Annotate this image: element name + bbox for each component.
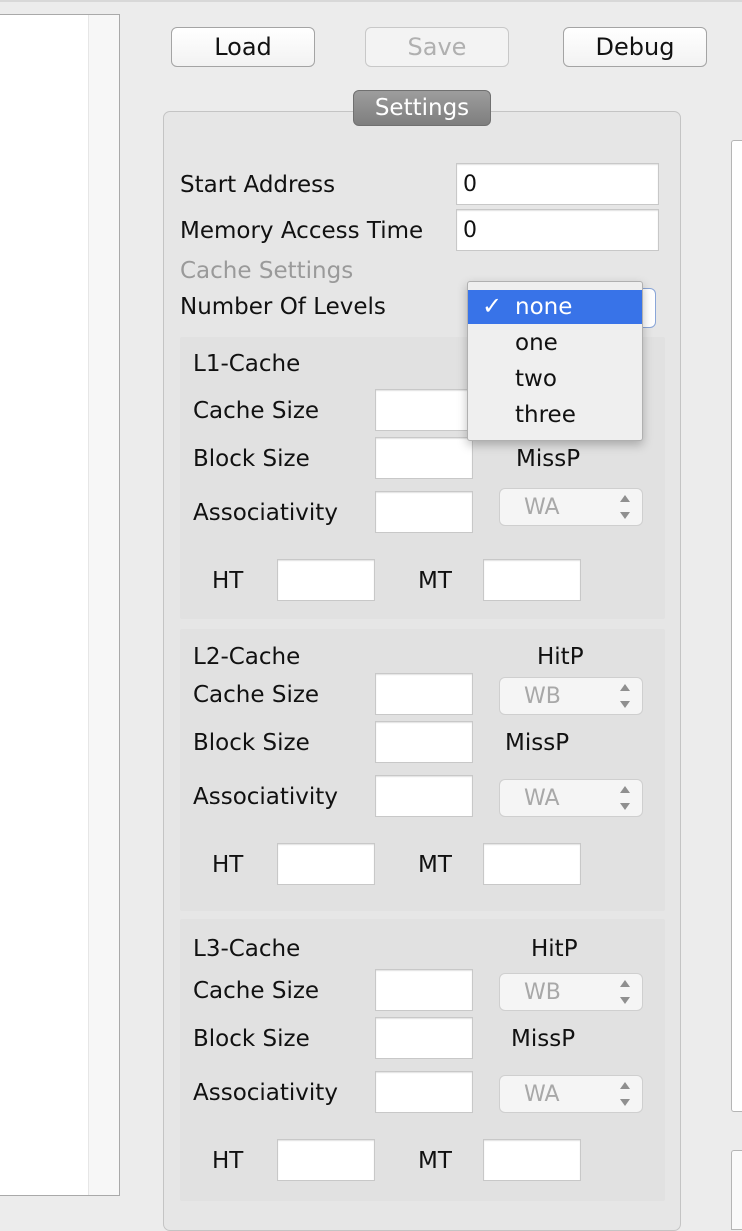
updown-arrows-icon — [620, 1082, 630, 1106]
l2-mt-label: MT — [418, 852, 452, 878]
l1-ht-field[interactable] — [277, 559, 375, 601]
start-address-label: Start Address — [180, 172, 336, 198]
l3-mt-label: MT — [418, 1148, 452, 1174]
cache-settings-label: Cache Settings — [180, 258, 354, 284]
levels-option-two[interactable]: two — [468, 362, 642, 396]
l1-mt-label: MT — [418, 568, 452, 594]
l2-hit-policy-select[interactable]: WB — [499, 677, 643, 715]
l3-cache-size-field[interactable] — [375, 969, 473, 1011]
levels-option-one[interactable]: one — [468, 326, 642, 360]
l1-ht-label: HT — [212, 568, 244, 594]
l2-cache-title: L2-Cache — [193, 644, 301, 670]
save-button[interactable]: Save — [365, 27, 509, 67]
l1-miss-policy-value: WA — [524, 494, 560, 520]
l3-hit-policy-select[interactable]: WB — [499, 973, 643, 1011]
editor-scroll-strip[interactable] — [88, 15, 119, 1195]
l1-associativity-field[interactable] — [375, 491, 473, 533]
l1-cache-title: L1-Cache — [193, 351, 301, 377]
l3-miss-policy-select[interactable]: WA — [499, 1075, 643, 1113]
memory-access-time-field[interactable]: 0 — [456, 209, 659, 251]
updown-arrows-icon — [620, 786, 630, 810]
l2-ht-label: HT — [212, 852, 244, 878]
l1-cache-size-field[interactable] — [375, 389, 473, 431]
l3-cache-title: L3-Cache — [193, 936, 301, 962]
l1-block-size-label: Block Size — [193, 446, 310, 472]
l1-mt-field[interactable] — [483, 559, 581, 601]
settings-tab[interactable]: Settings — [353, 90, 491, 126]
l2-block-size-label: Block Size — [193, 730, 310, 756]
checkmark-icon: ✓ — [482, 292, 503, 320]
l1-associativity-label: Associativity — [193, 500, 338, 526]
levels-option-label: two — [515, 366, 557, 392]
updown-arrows-icon — [620, 684, 630, 708]
l2-associativity-field[interactable] — [375, 775, 473, 817]
l3-cache-size-label: Cache Size — [193, 978, 320, 1004]
l3-associativity-label: Associativity — [193, 1080, 338, 1106]
l3-missp-label: MissP — [511, 1026, 576, 1052]
l3-block-size-label: Block Size — [193, 1026, 310, 1052]
l2-ht-field[interactable] — [277, 843, 375, 885]
l3-hit-policy-value: WB — [524, 979, 561, 1005]
l2-miss-policy-value: WA — [524, 785, 560, 811]
l2-mt-field[interactable] — [483, 843, 581, 885]
l2-cache-size-field[interactable] — [375, 673, 473, 715]
output-panel[interactable] — [731, 140, 742, 1112]
levels-option-three[interactable]: three — [468, 398, 642, 432]
l1-block-size-field[interactable] — [375, 437, 473, 479]
updown-arrows-icon — [620, 495, 630, 519]
l1-missp-label: MissP — [516, 446, 581, 472]
l2-hit-policy-value: WB — [524, 683, 561, 709]
secondary-panel[interactable] — [731, 1150, 742, 1230]
l3-block-size-field[interactable] — [375, 1017, 473, 1059]
levels-option-label: one — [515, 330, 558, 356]
l2-hitp-label: HitP — [537, 644, 584, 670]
updown-arrows-icon — [620, 980, 630, 1004]
levels-option-label: three — [515, 402, 576, 428]
l1-miss-policy-select[interactable]: WA — [499, 488, 643, 526]
memory-access-time-label: Memory Access Time — [180, 218, 424, 244]
l3-hitp-label: HitP — [531, 936, 578, 962]
levels-option-label: none — [515, 294, 573, 320]
levels-option-none[interactable]: ✓ none — [468, 290, 642, 324]
l3-miss-policy-value: WA — [524, 1081, 560, 1107]
l3-ht-label: HT — [212, 1148, 244, 1174]
l3-ht-field[interactable] — [277, 1139, 375, 1181]
editor-panel[interactable] — [0, 14, 120, 1196]
number-of-levels-dropdown: ✓ none one two three — [467, 281, 643, 441]
l3-mt-field[interactable] — [483, 1139, 581, 1181]
l1-cache-size-label: Cache Size — [193, 398, 320, 424]
number-of-levels-label: Number Of Levels — [180, 294, 386, 320]
l3-associativity-field[interactable] — [375, 1071, 473, 1113]
l2-associativity-label: Associativity — [193, 784, 338, 810]
start-address-field[interactable]: 0 — [456, 163, 659, 205]
window-top-border — [0, 0, 742, 2]
l2-block-size-field[interactable] — [375, 721, 473, 763]
l2-cache-size-label: Cache Size — [193, 682, 320, 708]
l2-missp-label: MissP — [505, 730, 570, 756]
debug-button[interactable]: Debug — [563, 27, 707, 67]
load-button[interactable]: Load — [171, 27, 315, 67]
l2-miss-policy-select[interactable]: WA — [499, 779, 643, 817]
